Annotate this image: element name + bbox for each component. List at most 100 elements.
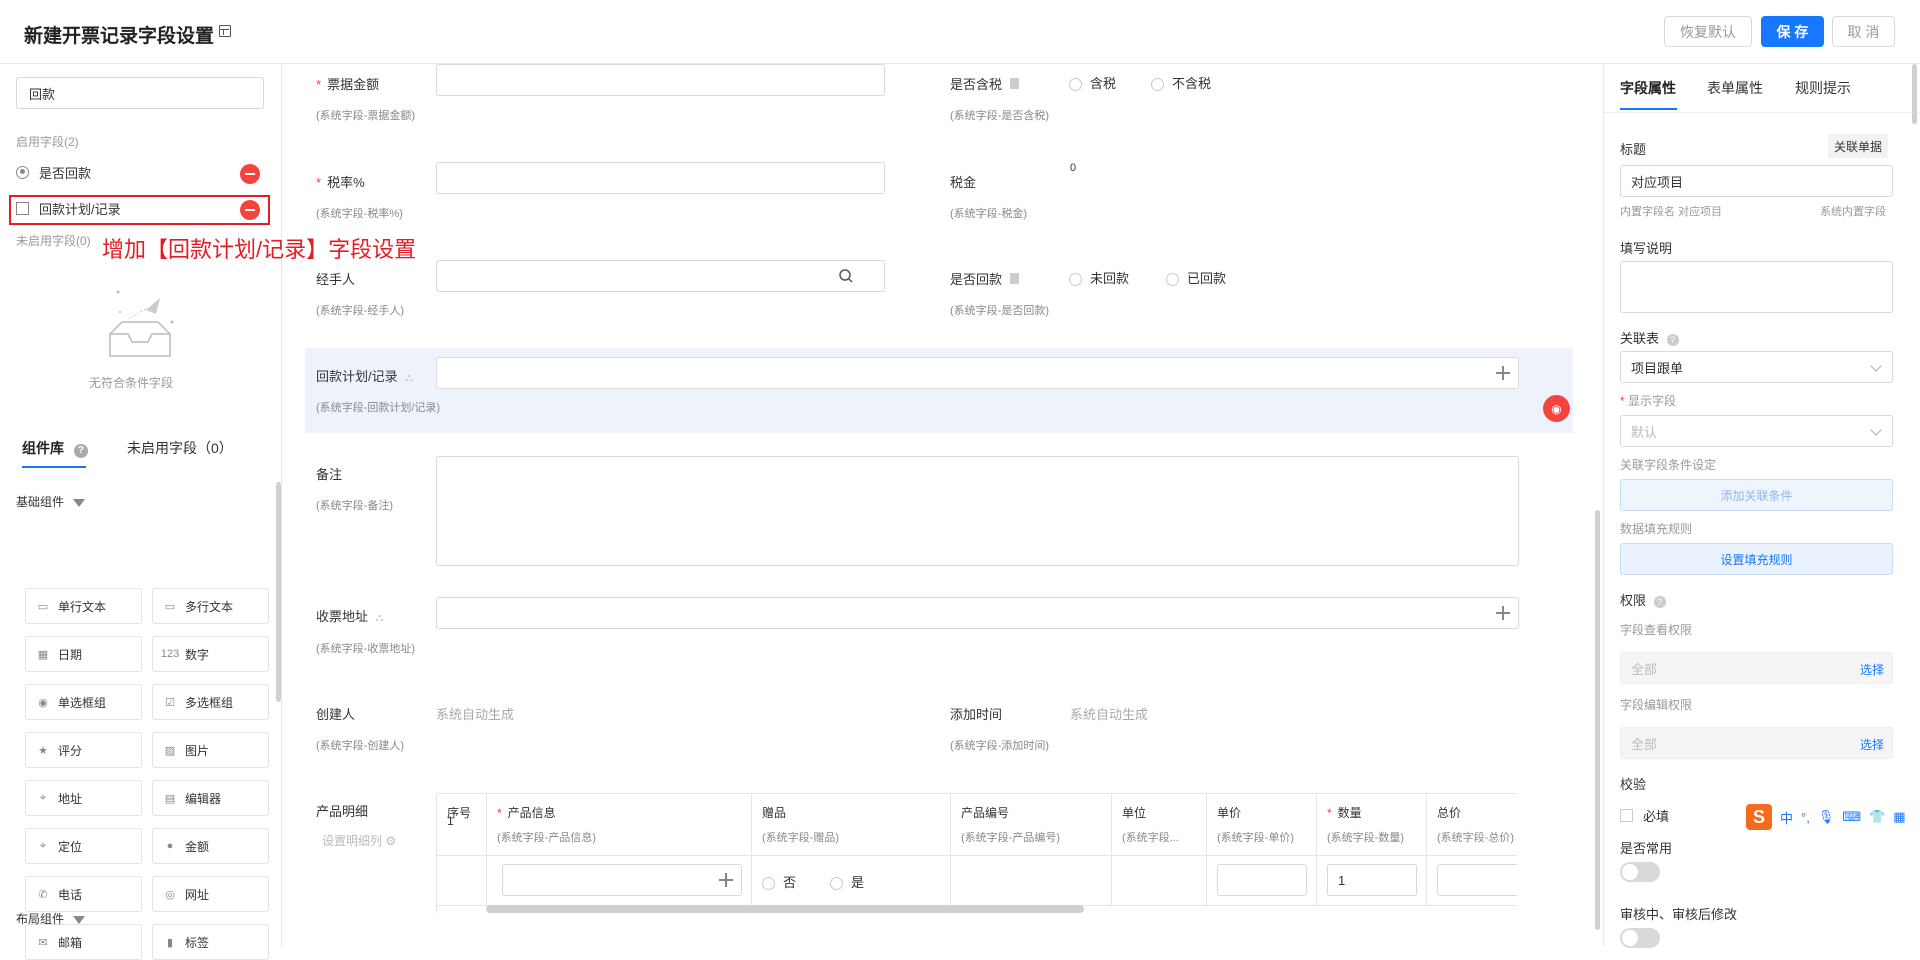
- add-condition-button[interactable]: 添加关联条件: [1620, 479, 1893, 511]
- tab-rule-tips[interactable]: 规则提示: [1795, 78, 1851, 98]
- paid-radio-2[interactable]: 已回款: [1166, 268, 1226, 287]
- table-horizontal-scrollbar[interactable]: [486, 905, 1084, 913]
- component-rating[interactable]: ★ 评分: [25, 732, 142, 768]
- component-email[interactable]: ✉ 邮箱: [25, 924, 142, 960]
- tab-disabled-fields[interactable]: 未启用字段（0）: [127, 438, 233, 458]
- tab-form-properties[interactable]: 表单属性: [1707, 78, 1763, 98]
- keyboard-icon[interactable]: ⌨: [1842, 809, 1861, 825]
- add-icon[interactable]: [1496, 366, 1510, 380]
- plan-input[interactable]: [436, 357, 1519, 389]
- right-scrollbar[interactable]: [1912, 64, 1917, 124]
- assoc-table-select[interactable]: 项目跟单: [1620, 351, 1893, 383]
- tax-included-radio-1[interactable]: 含税: [1069, 73, 1116, 92]
- component-amount[interactable]: ● 金额: [152, 828, 269, 864]
- permission-label: 权限 ?: [1620, 590, 1666, 609]
- column-header: 赠品 (系统字段-赠品): [752, 794, 951, 856]
- validation-label: 校验: [1620, 777, 1647, 792]
- main-scrollbar[interactable]: [1595, 510, 1600, 930]
- address-input[interactable]: [436, 597, 1519, 629]
- tab-field-properties[interactable]: 字段属性: [1620, 78, 1676, 98]
- common-toggle[interactable]: [1620, 862, 1660, 882]
- review-edit-toggle[interactable]: [1620, 928, 1660, 948]
- component-number[interactable]: 123 数字: [152, 636, 269, 672]
- select-edit-permission-button[interactable]: 选择: [1860, 736, 1884, 753]
- product-cell: [487, 856, 752, 906]
- component-multi-line-text[interactable]: ▭ 多行文本: [152, 588, 269, 624]
- cancel-button[interactable]: 取 消: [1832, 16, 1895, 47]
- editor-icon: ▤: [164, 792, 176, 805]
- column-title: 产品编号: [961, 806, 1010, 820]
- select-view-permission-button[interactable]: 选择: [1860, 661, 1884, 678]
- component-phone[interactable]: ✆ 电话: [25, 876, 142, 912]
- layout-components-heading[interactable]: 布局组件: [16, 910, 86, 927]
- description-label: 填写说明: [1620, 241, 1673, 256]
- required-checkbox[interactable]: 必填: [1620, 806, 1669, 825]
- link-icon: ⛬: [405, 372, 413, 384]
- view-permission-label: 字段查看权限: [1620, 623, 1693, 637]
- addtime-sub: (系统字段-添加时间): [950, 740, 1049, 752]
- gift-radio-yes[interactable]: 是: [830, 872, 864, 891]
- component-website[interactable]: ◎ 网址: [152, 876, 269, 912]
- ime-toolbar[interactable]: S 中 °, 🎙 ⌨ 👕 ▦: [1744, 802, 1920, 832]
- add-icon[interactable]: [719, 873, 733, 887]
- product-input[interactable]: [502, 864, 742, 896]
- paid-radio-1[interactable]: 未回款: [1069, 268, 1129, 287]
- search-icon[interactable]: [838, 268, 854, 284]
- shirt-icon[interactable]: 👕: [1869, 809, 1885, 825]
- microphone-icon[interactable]: 🎙: [1818, 809, 1835, 825]
- left-scrollbar[interactable]: [276, 482, 281, 702]
- component-editor[interactable]: ▤ 编辑器: [152, 780, 269, 816]
- grid-icon[interactable]: ▦: [1893, 809, 1905, 825]
- tax-value: 0: [1070, 162, 1077, 174]
- remark-textarea[interactable]: [436, 456, 1519, 566]
- remove-field-icon[interactable]: [240, 164, 260, 184]
- component-date[interactable]: ▦ 日期: [25, 636, 142, 672]
- detail-setting-link[interactable]: 设置明细列 ⚙: [322, 832, 396, 849]
- component-label: 定位: [58, 839, 83, 854]
- tax-included-radio-2[interactable]: 不含税: [1151, 73, 1211, 92]
- column-header: 总价 (系统字段-总价): [1427, 794, 1517, 856]
- component-radio-group[interactable]: ◉ 单选框组: [25, 684, 142, 720]
- visibility-eye-icon[interactable]: ◉: [1543, 395, 1570, 422]
- restore-default-button[interactable]: 恢复默认: [1664, 16, 1752, 47]
- rate-input[interactable]: [436, 162, 885, 194]
- component-image[interactable]: ▨ 图片: [152, 732, 269, 768]
- component-location[interactable]: ⌖ 定位: [25, 828, 142, 864]
- required-star: *: [316, 77, 322, 92]
- column-title: 数量: [1337, 806, 1362, 820]
- link-icon: ⛬: [375, 612, 384, 624]
- code-cell: [951, 856, 1112, 906]
- description-textarea[interactable]: [1620, 261, 1893, 313]
- display-field-select[interactable]: 默认: [1620, 415, 1893, 447]
- component-label: 电话: [58, 887, 83, 902]
- amount-input[interactable]: [436, 64, 885, 96]
- add-icon[interactable]: [1496, 606, 1510, 620]
- unit-cell: [1112, 856, 1207, 906]
- punctuation-icon[interactable]: °,: [1801, 810, 1810, 825]
- component-tag[interactable]: ▮ 标签: [152, 924, 269, 960]
- save-button[interactable]: 保 存: [1761, 16, 1824, 47]
- gift-radio-no[interactable]: 否: [762, 872, 796, 891]
- radio-label: 含税: [1090, 76, 1117, 91]
- enabled-field-item[interactable]: 是否回款: [16, 159, 260, 185]
- link-document-button[interactable]: 关联单据: [1828, 134, 1889, 158]
- chinese-mode-label[interactable]: 中: [1780, 808, 1793, 827]
- layout-icon[interactable]: [219, 25, 231, 37]
- component-label: 金额: [185, 839, 210, 854]
- title-input[interactable]: 对应项目: [1620, 165, 1893, 197]
- component-single-line-text[interactable]: ▭ 单行文本: [25, 588, 142, 624]
- highlight-box: [9, 195, 270, 225]
- help-icon: ?: [73, 444, 88, 458]
- basic-components-heading[interactable]: 基础组件: [16, 493, 86, 510]
- price-input[interactable]: [1217, 864, 1307, 896]
- set-fill-rule-button[interactable]: 设置填充规则: [1620, 543, 1893, 575]
- field-search-input[interactable]: 回款: [16, 77, 264, 109]
- tab-component-library[interactable]: 组件库 ?: [22, 438, 88, 458]
- total-input[interactable]: [1437, 864, 1517, 896]
- edit-permission-label: 字段编辑权限: [1620, 698, 1693, 712]
- component-address[interactable]: ⌖ 地址: [25, 780, 142, 816]
- qty-input[interactable]: 1: [1327, 864, 1417, 896]
- handler-input[interactable]: [436, 260, 885, 292]
- index-cell: 1: [437, 814, 487, 906]
- component-checkbox-group[interactable]: ☑ 多选框组: [152, 684, 269, 720]
